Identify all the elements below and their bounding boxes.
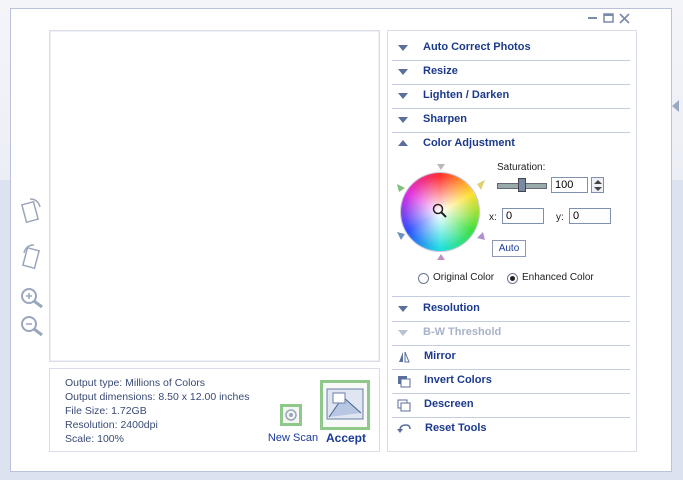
maximize-icon[interactable] xyxy=(602,12,615,25)
panel-label: Auto Correct Photos xyxy=(423,41,531,53)
panel-mirror[interactable]: Mirror xyxy=(392,345,630,370)
chevron-down-icon xyxy=(398,69,408,75)
chevron-up-icon xyxy=(398,140,408,146)
panel-reset-tools[interactable]: Reset Tools xyxy=(392,417,630,441)
accept-icon xyxy=(320,380,370,430)
wheel-arrows xyxy=(397,164,485,260)
panel-label: Color Adjustment xyxy=(423,137,515,149)
panel-auto-correct-photos[interactable]: Auto Correct Photos xyxy=(392,36,630,61)
accept-label: Accept xyxy=(325,431,366,445)
close-icon[interactable] xyxy=(618,12,631,25)
original-color-label: Original Color xyxy=(433,272,495,283)
zoom-in-icon[interactable] xyxy=(18,285,44,311)
saturation-stepper[interactable] xyxy=(591,177,604,193)
rotate-left-icon[interactable] xyxy=(18,195,44,224)
panel-resolution[interactable]: Resolution xyxy=(392,297,630,322)
y-label: y: xyxy=(556,212,564,223)
output-type: Output type: Millions of Colors xyxy=(65,377,206,389)
chevron-down-icon xyxy=(398,330,408,336)
rotate-right-icon[interactable] xyxy=(18,241,44,270)
saturation-input[interactable] xyxy=(551,177,588,193)
panel-label: Resize xyxy=(423,65,458,77)
panel-descreen[interactable]: Descreen xyxy=(392,393,630,418)
enhanced-color-label: Enhanced Color xyxy=(522,272,594,283)
panel-label: Lighten / Darken xyxy=(423,89,510,101)
file-size: File Size: 1.72GB xyxy=(65,405,147,417)
reset-icon xyxy=(397,424,411,433)
descreen-icon xyxy=(397,399,411,412)
scan-preview xyxy=(49,30,380,362)
zoom-out-icon[interactable] xyxy=(18,313,44,339)
new-scan-label: New Scan xyxy=(267,432,319,444)
panel-bw-threshold: B-W Threshold xyxy=(392,321,630,346)
scale-info: Scale: 100% xyxy=(65,433,124,445)
panel-label: Reset Tools xyxy=(425,422,487,434)
panel-label: Mirror xyxy=(424,350,456,362)
panel-resize[interactable]: Resize xyxy=(392,60,630,85)
panel-sharpen[interactable]: Sharpen xyxy=(392,108,630,133)
x-label: x: xyxy=(489,212,497,223)
enhanced-color-radio[interactable] xyxy=(507,273,518,284)
invert-colors-icon xyxy=(398,376,411,388)
y-input[interactable] xyxy=(569,208,611,224)
minimize-icon[interactable] xyxy=(586,12,599,25)
panel-color-adjustment[interactable]: Color Adjustment xyxy=(392,132,630,156)
accept-button[interactable]: Accept xyxy=(320,380,372,452)
spin-down-icon[interactable] xyxy=(594,187,602,191)
chevron-down-icon xyxy=(398,117,408,123)
new-scan-icon xyxy=(280,404,302,426)
original-color-radio[interactable] xyxy=(418,273,429,284)
panel-label: Sharpen xyxy=(423,113,468,125)
saturation-label: Saturation: xyxy=(497,162,546,173)
resolution-info: Resolution: 2400dpi xyxy=(65,419,158,431)
panel-label: Descreen xyxy=(424,398,474,410)
auto-button[interactable]: Auto xyxy=(492,240,526,257)
collapse-arrow-icon[interactable] xyxy=(672,100,679,112)
panel-label: Resolution xyxy=(423,302,480,314)
panel-lighten-darken[interactable]: Lighten / Darken xyxy=(392,84,630,109)
mirror-icon xyxy=(399,351,410,363)
panel-invert-colors[interactable]: Invert Colors xyxy=(392,369,630,394)
x-input[interactable] xyxy=(502,208,544,224)
spin-up-icon[interactable] xyxy=(594,180,602,184)
chevron-down-icon xyxy=(398,45,408,51)
saturation-slider-thumb[interactable] xyxy=(518,178,526,192)
chevron-down-icon xyxy=(398,93,408,99)
panel-label: B-W Threshold xyxy=(423,326,502,338)
chevron-down-icon xyxy=(398,306,408,312)
panel-label: Invert Colors xyxy=(424,374,492,386)
output-dimensions: Output dimensions: 8.50 x 12.00 inches xyxy=(65,391,250,403)
